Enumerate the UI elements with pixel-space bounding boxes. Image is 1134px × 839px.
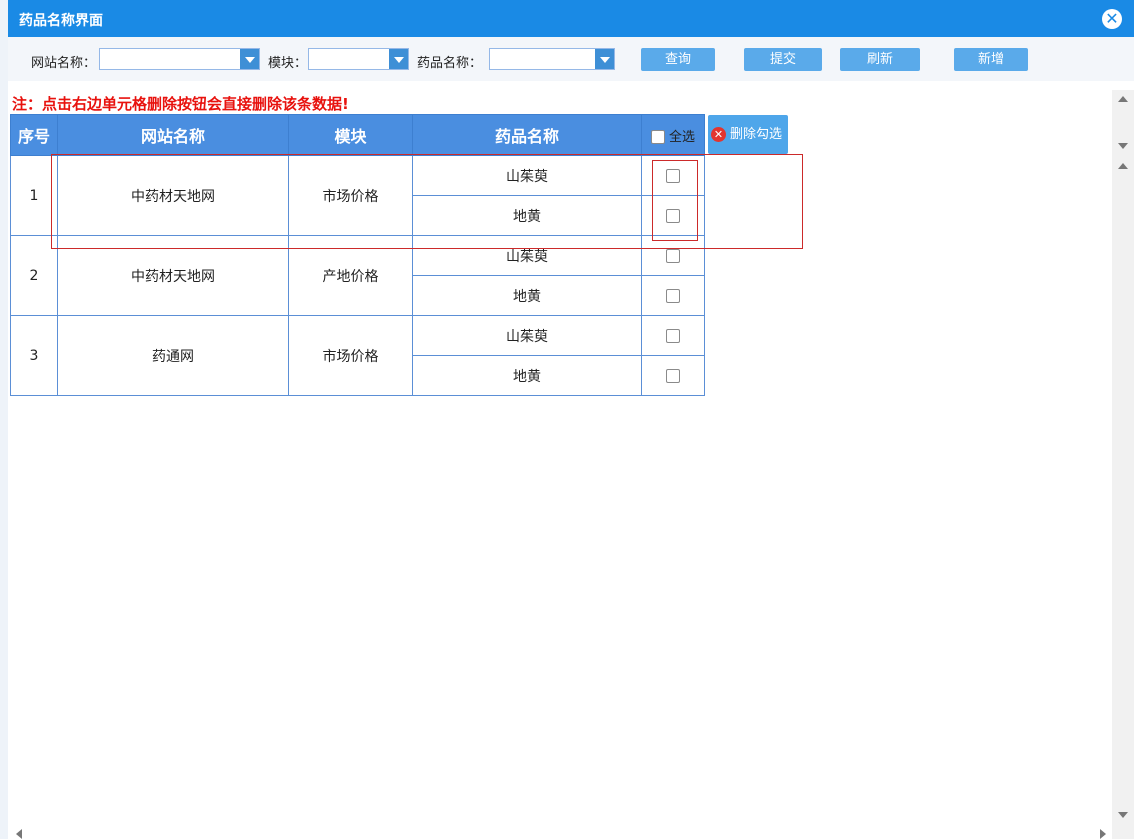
add-button[interactable]: 新增 <box>954 48 1028 71</box>
chevron-down-icon[interactable] <box>389 49 408 69</box>
drug-cell: 地黄 <box>412 355 642 396</box>
drug-cell: 山茱萸 <box>412 235 642 276</box>
seq-cell: 3 <box>10 315 58 396</box>
drug-name-dialog: 药品名称界面 ✕ 网站名称： 模块： 药品名称： 查询 提交 刷新 新增 注：点… <box>8 0 1134 839</box>
drug-cell: 地黄 <box>412 275 642 316</box>
row-checkbox[interactable] <box>666 368 680 383</box>
submit-button[interactable]: 提交 <box>744 48 822 71</box>
refresh-button[interactable]: 刷新 <box>840 48 920 71</box>
scroll-down-icon[interactable] <box>1118 812 1128 818</box>
module-cell: 市场价格 <box>288 315 413 396</box>
close-icon[interactable]: ✕ <box>1102 9 1122 29</box>
chevron-down-icon[interactable] <box>240 49 259 69</box>
table-row: 2 中药材天地网 产地价格 山茱萸 <box>10 235 705 316</box>
drug-cell: 地黄 <box>412 195 642 236</box>
select-all-label: 全选 <box>668 129 695 145</box>
header-module: 模块 <box>288 114 413 156</box>
checkbox-cell[interactable] <box>641 195 705 236</box>
search-toolbar: 网站名称： 模块： 药品名称： 查询 提交 刷新 新增 <box>8 37 1134 81</box>
drug-cell: 山茱萸 <box>412 155 642 196</box>
site-cell: 中药材天地网 <box>57 235 289 316</box>
scroll-right-icon[interactable] <box>1100 829 1106 839</box>
table-row: 3 药通网 市场价格 山茱萸 <box>10 315 705 396</box>
seq-cell: 1 <box>10 155 58 236</box>
header-drug: 药品名称 <box>412 114 642 156</box>
site-cell: 药通网 <box>57 315 289 396</box>
scroll-left-icon[interactable] <box>16 829 22 839</box>
scroll-up-icon[interactable] <box>1118 96 1128 102</box>
site-name-label: 网站名称： <box>31 56 97 71</box>
delete-checked-button[interactable]: ✕ 删除勾选 <box>708 115 788 154</box>
seq-cell: 2 <box>10 235 58 316</box>
delete-notice: 注：点击右边单元格删除按钮会直接删除该条数据! <box>12 95 349 113</box>
row-checkbox[interactable] <box>666 168 680 183</box>
module-combobox[interactable] <box>308 48 409 70</box>
module-cell: 市场价格 <box>288 155 413 236</box>
query-button[interactable]: 查询 <box>641 48 715 71</box>
drug-cell: 山茱萸 <box>412 315 642 356</box>
scroll-up-icon[interactable] <box>1118 163 1128 169</box>
drug-name-label: 药品名称： <box>417 56 483 71</box>
dialog-title: 药品名称界面 <box>19 13 103 29</box>
row-checkbox[interactable] <box>666 248 680 263</box>
chevron-down-icon[interactable] <box>595 49 614 69</box>
table-row: 1 中药材天地网 市场价格 山茱萸 <box>10 155 705 236</box>
header-seq: 序号 <box>10 114 58 156</box>
drug-name-combobox[interactable] <box>489 48 615 70</box>
delete-checked-label: 删除勾选 <box>730 127 783 142</box>
select-all-checkbox[interactable] <box>650 130 665 144</box>
module-cell: 产地价格 <box>288 235 413 316</box>
checkbox-cell[interactable] <box>641 155 705 196</box>
site-name-combobox[interactable] <box>99 48 260 70</box>
checkbox-cell[interactable] <box>641 235 705 276</box>
vertical-scrollbar[interactable] <box>1112 90 1134 839</box>
module-label: 模块： <box>268 56 308 71</box>
table-header-row: 序号 网站名称 模块 药品名称 全选 <box>10 114 705 156</box>
checkbox-cell[interactable] <box>641 275 705 316</box>
row-checkbox[interactable] <box>666 288 680 303</box>
drug-table: 序号 网站名称 模块 药品名称 全选 1 中药材天地网 市场价格 山茱萸 地黄 <box>10 114 705 396</box>
checkbox-cell[interactable] <box>641 315 705 356</box>
row-checkbox[interactable] <box>666 328 680 343</box>
header-select-all[interactable]: 全选 <box>641 114 705 156</box>
header-site: 网站名称 <box>57 114 289 156</box>
checkbox-cell[interactable] <box>641 355 705 396</box>
delete-x-icon: ✕ <box>711 127 726 142</box>
row-checkbox[interactable] <box>666 208 680 223</box>
dialog-titlebar: 药品名称界面 ✕ <box>8 0 1134 37</box>
site-cell: 中药材天地网 <box>57 155 289 236</box>
scroll-down-icon[interactable] <box>1118 143 1128 149</box>
